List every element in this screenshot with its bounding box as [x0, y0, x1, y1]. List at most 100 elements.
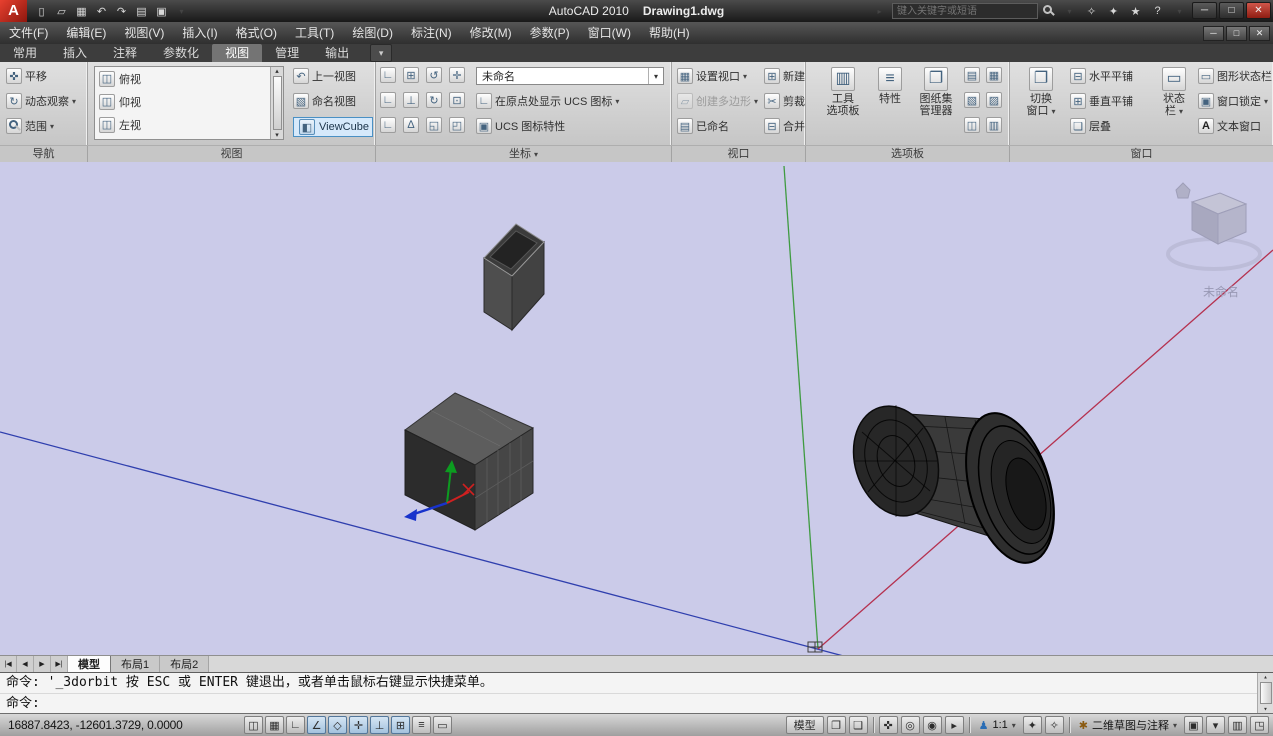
maximize-button[interactable]: □ — [1219, 2, 1244, 19]
panel-expand-caret[interactable]: ▾ — [534, 150, 538, 159]
menu-dimension[interactable]: 标注(N) — [402, 22, 461, 44]
sheet-set-manager-button[interactable]: ❐ 图纸集 管理器 — [912, 67, 960, 117]
cascade-button[interactable]: ❏ 层叠 — [1070, 118, 1111, 134]
join-viewports-button[interactable]: ⊟ 合并 — [764, 118, 805, 134]
ucs-name-dropdown[interactable]: 未命名 ▾ — [476, 67, 664, 85]
clean-screen-button[interactable]: ◳ — [1250, 716, 1269, 734]
command-scrollbar[interactable]: ▴ ▾ — [1257, 673, 1273, 713]
doc-restore-button[interactable]: □ — [1226, 25, 1247, 41]
pan-tool-icon[interactable]: ✜ — [878, 716, 898, 734]
ucs-button-3[interactable]: ↺ — [426, 67, 442, 83]
ucs-button-12[interactable]: ◰ — [449, 117, 465, 133]
panel-label-window[interactable]: 窗口 — [1010, 146, 1273, 163]
viewcube-home-icon[interactable] — [1175, 182, 1191, 199]
palette-small-button-5[interactable]: ◫ — [964, 117, 980, 133]
tile-vertically-button[interactable]: ⊞ 垂直平铺 — [1070, 93, 1133, 109]
tab-manage[interactable]: 管理 — [262, 44, 312, 62]
last-layout-button[interactable]: ▶| — [51, 656, 68, 672]
palette-small-button-2[interactable]: ▦ — [986, 67, 1002, 83]
redo-button[interactable]: ↷ — [112, 2, 131, 20]
osnap-toggle[interactable]: ◇ — [328, 716, 347, 734]
tile-horizontally-button[interactable]: ⊟ 水平平铺 — [1070, 68, 1133, 84]
viewcube-compass-ring[interactable] — [1166, 237, 1262, 271]
print-button[interactable]: ▤ — [132, 2, 151, 20]
view-list-item-left[interactable]: ◫ 左视 — [95, 113, 283, 136]
subscription-center-icon[interactable]: ✧ — [1082, 2, 1101, 20]
doc-close-button[interactable]: ✕ — [1249, 25, 1270, 41]
menu-window[interactable]: 窗口(W) — [579, 22, 640, 44]
previous-layout-button[interactable]: ◀ — [17, 656, 34, 672]
infocenter-collapse-icon[interactable]: ▸ — [870, 2, 889, 20]
grid-toggle[interactable]: ▦ — [265, 716, 284, 734]
minimize-button[interactable]: ─ — [1192, 2, 1217, 19]
viewcube-toggle-button[interactable]: ◧ ViewCube — [293, 117, 373, 137]
tab-annotate[interactable]: 注释 — [100, 44, 150, 62]
menu-insert[interactable]: 插入(I) — [173, 22, 226, 44]
annotation-scale-caret[interactable]: ▾ — [1012, 721, 1016, 730]
qp-toggle[interactable]: ▭ — [433, 716, 452, 734]
favorites-icon[interactable]: ★ — [1126, 2, 1145, 20]
ucs-button-10[interactable]: ∆ — [403, 117, 419, 133]
otrack-toggle[interactable]: ✛ — [349, 716, 368, 734]
help-caret[interactable]: ▾ — [1170, 2, 1189, 20]
snap-toggle[interactable]: ◫ — [244, 716, 263, 734]
tab-layout2[interactable]: 布局2 — [160, 656, 210, 672]
application-status-icon[interactable]: ▥ — [1228, 716, 1247, 734]
view-list-scrollbar[interactable]: ▴ ▾ — [270, 67, 283, 139]
create-polygonal-button[interactable]: ▱ 创建多边形 ▾ — [677, 93, 758, 109]
tab-model[interactable]: 模型 — [68, 656, 111, 672]
status-tray-caret[interactable]: ▾ — [1206, 716, 1225, 734]
zoom-extents-button[interactable]: 范围 ▾ — [6, 118, 54, 134]
scroll-thumb[interactable] — [272, 76, 282, 130]
workspace-switcher[interactable]: ✱ 二维草图与注释 ▾ — [1075, 716, 1181, 734]
tab-view[interactable]: 视图 — [212, 44, 263, 62]
panel-label-views[interactable]: 视图 — [88, 146, 376, 163]
drawing-status-bar-button[interactable]: ▭ 图形状态栏 — [1198, 68, 1272, 84]
infocenter-search-input[interactable] — [892, 3, 1038, 19]
ucs-dropdown-caret[interactable]: ▾ — [648, 68, 663, 84]
named-views-button[interactable]: ▧ 命名视图 — [293, 93, 356, 109]
coordinates-display[interactable]: 16887.8423, -12601.3729, 0.0000 — [0, 718, 192, 732]
ucs-button-7[interactable]: ↻ — [426, 92, 442, 108]
orbit-button[interactable]: ↻ 动态观察 ▾ — [6, 93, 76, 109]
panel-label-viewports[interactable]: 视口 — [672, 146, 806, 163]
new-file-button[interactable]: ▯ — [32, 2, 51, 20]
panel-label-navigate[interactable]: 导航 — [0, 146, 88, 163]
menu-draw[interactable]: 绘图(D) — [343, 22, 402, 44]
new-viewport-button[interactable]: ⊞ 新建 — [764, 68, 805, 84]
annotation-visibility-icon[interactable]: ✦ — [1022, 716, 1042, 734]
command-window[interactable]: 命令: '_3dorbit 按 ESC 或 ENTER 键退出，或者单击鼠标右键… — [0, 672, 1273, 713]
view-list-item-top[interactable]: ◫ 俯视 — [95, 67, 283, 90]
menu-view[interactable]: 视图(V) — [115, 22, 173, 44]
quick-view-layouts-icon[interactable]: ❐ — [826, 716, 846, 734]
search-options-caret[interactable]: ▾ — [1060, 2, 1079, 20]
scroll-up-icon[interactable]: ▴ — [275, 67, 279, 75]
switch-windows-caret[interactable]: ▾ — [1052, 107, 1056, 116]
help-icon[interactable]: ? — [1148, 2, 1167, 20]
tab-layout1[interactable]: 布局1 — [111, 656, 161, 672]
menu-edit[interactable]: 编辑(E) — [57, 22, 115, 44]
orbit-caret[interactable]: ▾ — [72, 97, 76, 106]
workspace-caret[interactable]: ▾ — [1173, 721, 1177, 730]
tab-home[interactable]: 常用 — [0, 44, 50, 62]
menu-tools[interactable]: 工具(T) — [286, 22, 343, 44]
ucs-button-5[interactable]: ∟ — [380, 92, 396, 108]
viewcube-widget[interactable] — [1166, 182, 1262, 271]
search-icon[interactable] — [1041, 3, 1057, 19]
show-motion-icon[interactable]: ▸ — [944, 716, 964, 734]
command-scroll-thumb[interactable] — [1259, 682, 1272, 704]
annotation-scale-control[interactable]: ♟ 1:1 ▾ — [975, 716, 1020, 734]
polar-toggle[interactable]: ∠ — [307, 716, 326, 734]
tab-insert[interactable]: 插入 — [50, 44, 100, 62]
model-space-button[interactable]: 模型 — [785, 716, 824, 734]
previous-view-button[interactable]: ↶ 上一视图 — [293, 68, 356, 84]
next-layout-button[interactable]: ▶ — [34, 656, 51, 672]
named-viewports-button[interactable]: ▤ 已命名 — [677, 118, 729, 134]
switch-windows-button[interactable]: ❐ 切换 窗口 ▾ — [1018, 67, 1064, 118]
status-bar-button[interactable]: ▭ 状态 栏 ▾ — [1156, 67, 1192, 118]
panel-label-coordinates[interactable]: 坐标 ▾ — [376, 146, 672, 163]
plot-button[interactable]: ▣ — [152, 2, 171, 20]
palette-small-button-1[interactable]: ▤ — [964, 67, 980, 83]
ucs-button-9[interactable]: ∟ — [380, 117, 396, 133]
ucs-button-2[interactable]: ⊞ — [403, 67, 419, 83]
